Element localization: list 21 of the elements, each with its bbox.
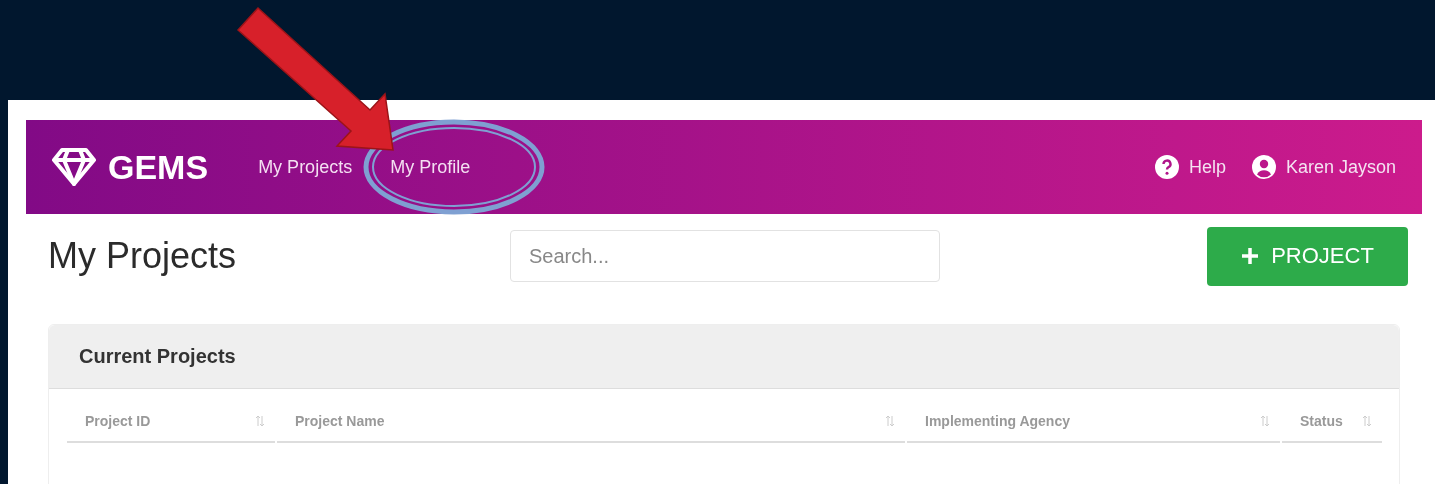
nav-link[interactable]: My Profile [390, 156, 471, 178]
plus-icon [1241, 247, 1260, 265]
user-name[interactable]: Karen Jayson [1285, 156, 1396, 178]
sort-icon[interactable] [885, 415, 895, 427]
search-field[interactable]: Search... [510, 230, 940, 282]
user-avatar-icon[interactable] [1251, 155, 1276, 179]
sort-icon[interactable] [255, 415, 265, 427]
column-header[interactable]: Status [1300, 413, 1343, 429]
help-link[interactable]: Help [1188, 156, 1226, 178]
nav-link[interactable]: My Projects [258, 156, 353, 178]
diamond-icon [52, 147, 96, 187]
column-header[interactable]: Implementing Agency [925, 413, 1070, 429]
app-logo-text: GEMS [108, 147, 209, 187]
add-project-button[interactable]: PROJECT [1207, 226, 1408, 286]
column-header[interactable]: Project Name [295, 413, 385, 429]
card-title: Current Projects [79, 345, 236, 368]
sort-icon[interactable] [1260, 415, 1270, 427]
column-header[interactable]: Project ID [85, 413, 151, 429]
page-title: My Projects [48, 235, 238, 277]
help-icon[interactable] [1154, 155, 1179, 179]
sort-icon[interactable] [1362, 415, 1372, 427]
